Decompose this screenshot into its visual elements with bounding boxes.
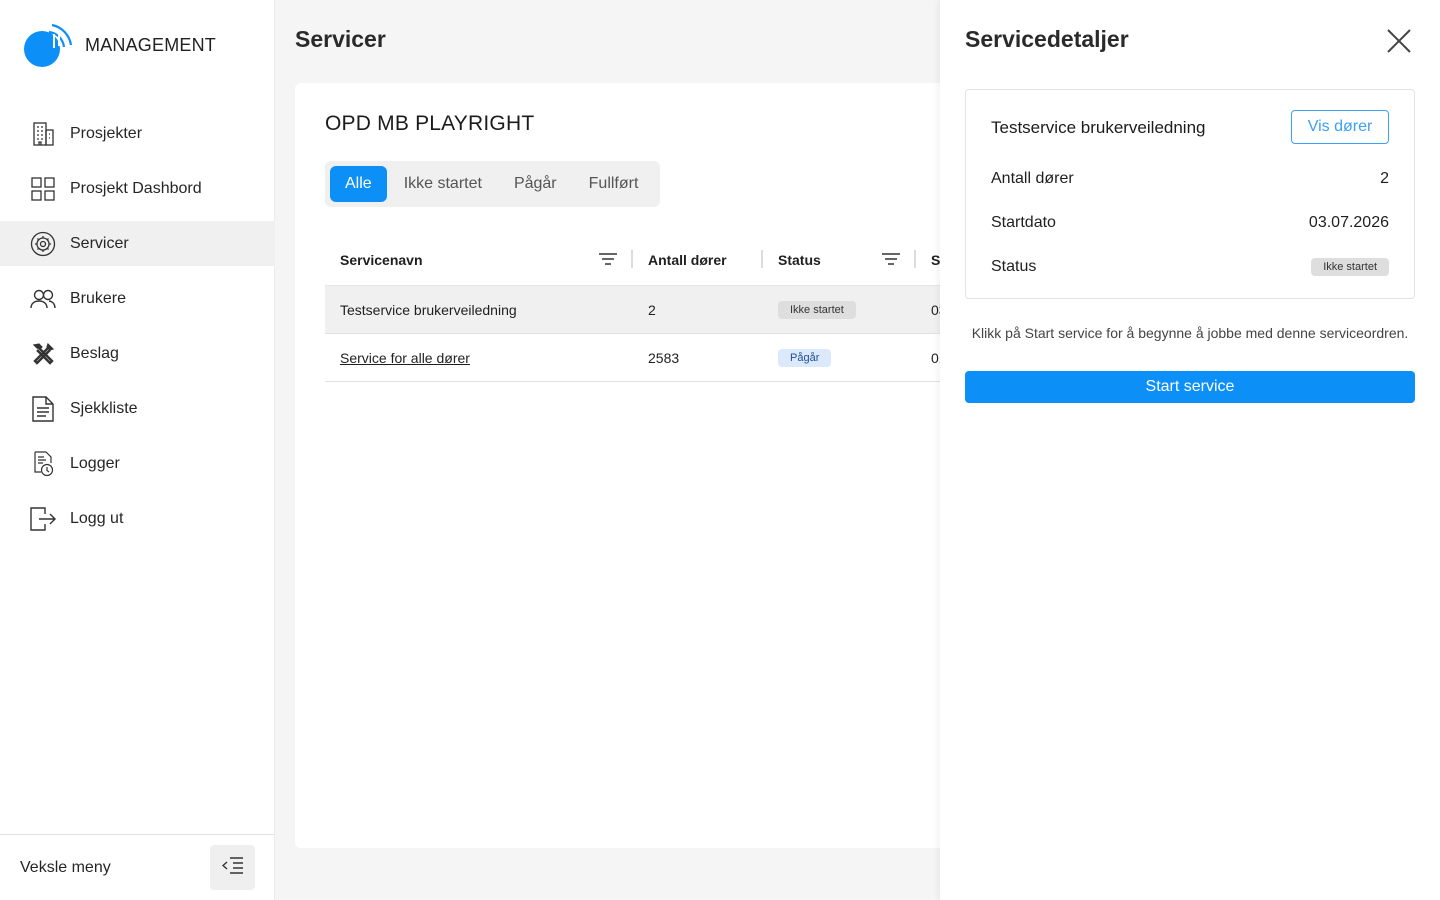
status-badge: Pågår (778, 349, 832, 367)
start-service-button[interactable]: Start service (965, 371, 1415, 403)
status-badge: Ikke startet (1311, 258, 1389, 276)
start-date-cell: 03 (931, 302, 940, 318)
sidebar-item-brukere[interactable]: Brukere (0, 276, 275, 321)
tab-ikke-startet[interactable]: Ikke startet (389, 166, 497, 202)
status-cell: Ikke startet (778, 286, 856, 334)
checklist-icon (30, 395, 56, 422)
sidebar: MANAGEMENT Prosjekter Prosjekt Dashbord (0, 0, 275, 900)
sidebar-item-label: Logg ut (70, 509, 124, 527)
column-divider[interactable] (914, 250, 916, 268)
status-badge: Ikke startet (778, 301, 856, 319)
filter-icon[interactable] (598, 250, 618, 268)
toggle-menu-label: Veksle meny (20, 858, 111, 876)
building-icon (30, 121, 56, 147)
sidebar-item-logg-ut[interactable]: Logg ut (0, 496, 275, 541)
column-header-s[interactable]: S (931, 233, 940, 286)
column-divider[interactable] (631, 250, 633, 268)
detail-value: 03.07.2026 (1308, 214, 1389, 231)
sidebar-item-label: Prosjekt Dashbord (70, 179, 202, 197)
column-header-status[interactable]: Status (778, 233, 821, 286)
service-name-link[interactable]: Service for alle dører (340, 350, 470, 366)
start-service-hint: Klikk på Start service for å begynne å j… (971, 325, 1409, 341)
users-icon (30, 286, 56, 312)
close-icon (1386, 29, 1412, 58)
tools-icon (30, 341, 56, 367)
service-details-drawer: Servicedetaljer Testservice brukerveiled… (940, 0, 1440, 900)
filter-icon[interactable] (881, 250, 901, 268)
sidebar-item-label: Prosjekter (70, 124, 143, 142)
sidebar-item-label: Beslag (70, 344, 119, 362)
tab-alle[interactable]: Alle (330, 166, 387, 202)
start-date-cell: 01 (931, 350, 940, 366)
sidebar-item-label: Logger (70, 454, 120, 472)
sidebar-item-logger[interactable]: Logger (0, 441, 275, 486)
table-header: Servicenavn Antall dører Status S (325, 233, 1025, 286)
service-name-cell: Service for alle dører (340, 334, 470, 382)
sidebar-footer: Veksle meny (0, 834, 275, 900)
logout-icon (30, 506, 56, 532)
tab-pagar[interactable]: Pågår (499, 166, 572, 202)
collapse-menu-icon (221, 856, 244, 879)
log-clock-icon (30, 450, 56, 477)
sidebar-item-servicer[interactable]: Servicer (0, 221, 275, 266)
service-details-box: Testservice brukerveiledning Vis dører A… (965, 89, 1415, 299)
service-name: Testservice brukerveiledning (991, 118, 1206, 137)
status-filter-tabs: Alle Ikke startet Pågår Fullført (325, 161, 661, 207)
sidebar-item-label: Sjekkliste (70, 399, 138, 417)
detail-value: 2 (1380, 170, 1389, 187)
detail-label: Startdato (991, 214, 1056, 231)
detail-label: Status (991, 258, 1037, 275)
service-name-cell: Testservice brukerveiledning (340, 302, 517, 318)
detail-label: Antall dører (991, 170, 1074, 187)
column-divider[interactable] (761, 250, 763, 268)
detail-row-status: Status Ikke startet (991, 256, 1389, 278)
services-table: Servicenavn Antall dører Status S Testse… (325, 233, 1025, 382)
tab-fullfort[interactable]: Fullført (574, 166, 654, 202)
brand-logo-icon (24, 22, 74, 68)
drawer-title: Servicedetaljer (965, 26, 1129, 52)
sidebar-nav: Prosjekter Prosjekt Dashbord Servicer Br… (0, 111, 275, 551)
sidebar-item-prosjekter[interactable]: Prosjekter (0, 111, 275, 156)
project-title: OPD MB PLAYRIGHT (325, 112, 535, 135)
sidebar-item-label: Servicer (70, 234, 129, 252)
column-header-antall-dorer[interactable]: Antall dører (648, 233, 727, 286)
dashboard-grid-icon (30, 176, 56, 202)
show-doors-button[interactable]: Vis dører (1291, 110, 1389, 144)
page-title: Servicer (295, 26, 386, 52)
close-drawer-button[interactable] (1386, 28, 1412, 54)
door-count-cell: 2583 (648, 350, 680, 366)
service-gear-icon (30, 231, 56, 257)
table-row[interactable]: Testservice brukerveiledning 2 Ikke star… (325, 286, 1025, 334)
sidebar-item-prosjekt-dashbord[interactable]: Prosjekt Dashbord (0, 166, 275, 211)
column-header-servicenavn[interactable]: Servicenavn (340, 233, 423, 286)
table-row[interactable]: Service for alle dører 2583 Pågår 01 (325, 334, 1025, 382)
detail-row-doors: Antall dører 2 (991, 168, 1389, 190)
sidebar-item-beslag[interactable]: Beslag (0, 331, 275, 376)
status-cell: Pågår (778, 334, 832, 382)
sidebar-item-label: Brukere (70, 289, 127, 307)
door-count-cell: 2 (648, 302, 656, 318)
sidebar-item-sjekkliste[interactable]: Sjekkliste (0, 386, 275, 431)
toggle-menu-button[interactable] (210, 845, 255, 890)
detail-row-startdate: Startdato 03.07.2026 (991, 212, 1389, 234)
brand-name: MANAGEMENT (85, 34, 217, 55)
brand: MANAGEMENT (24, 22, 216, 68)
